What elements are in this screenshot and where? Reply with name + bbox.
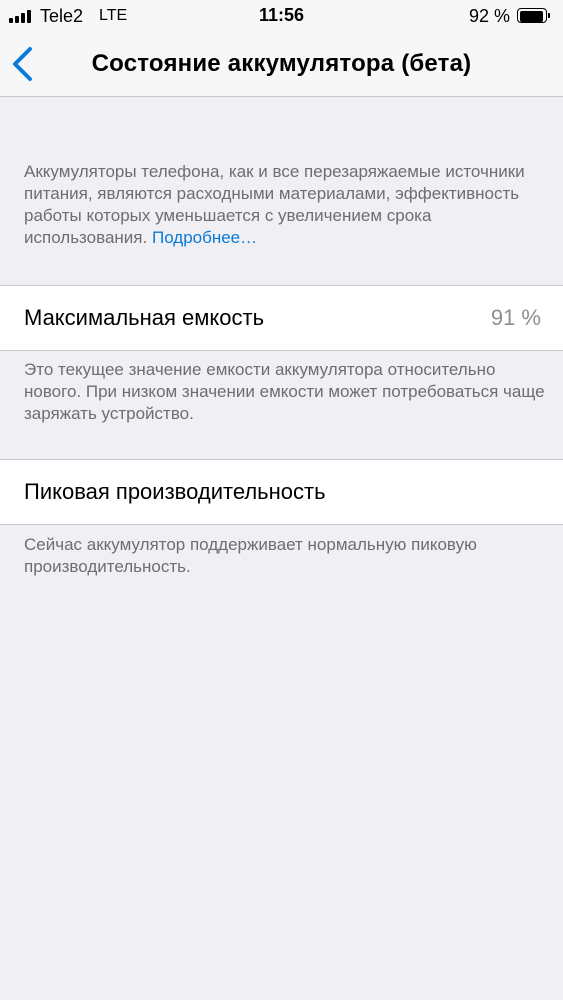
page-title: Состояние аккумулятора (бета) [91,50,472,77]
max-capacity-note: Это текущее значение емкости аккумулятор… [24,360,545,423]
max-capacity-value: 91 % [490,305,541,330]
peak-performance-label: Пиковая производительность [24,479,326,504]
peak-performance-row: Пиковая производительность [0,459,563,525]
max-capacity-label: Максимальная емкость [24,305,265,330]
max-capacity-row: Максимальная емкость 91 % [0,285,563,351]
battery-icon [517,8,550,23]
navigation-bar: Состояние аккумулятора (бета) [0,32,563,97]
status-bar: Tele2 LTE 11:56 92 % [0,0,563,32]
learn-more-link[interactable]: Подробнее… [152,228,257,247]
peak-performance-note: Сейчас аккумулятор поддерживает нормальн… [24,535,477,576]
battery-percentage: 92 % [468,6,510,26]
intro-text: Аккумуляторы телефона, как и все перезар… [24,162,525,247]
intro-description: Аккумуляторы телефона, как и все перезар… [24,161,549,249]
